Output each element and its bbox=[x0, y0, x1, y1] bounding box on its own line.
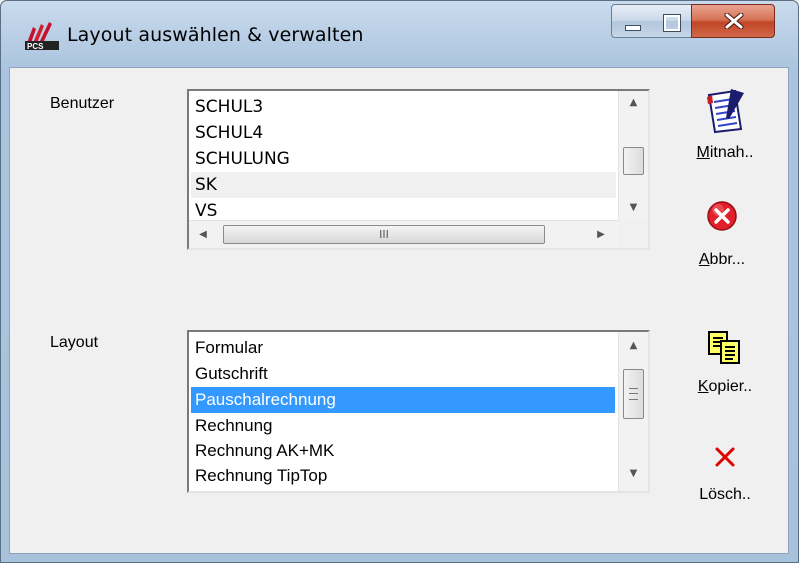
scroll-left-arrow-icon[interactable]: ◀ bbox=[189, 221, 217, 248]
dialog-window: PCS Layout auswählen & verwalten Benutze… bbox=[0, 0, 799, 563]
scroll-thumb[interactable] bbox=[623, 369, 644, 419]
benutzer-listbox[interactable]: SCHUL3 SCHUL4 SCHULUNG SK VS ▲ ▼ ◀ III ▶ bbox=[187, 89, 650, 250]
scroll-down-arrow-icon[interactable]: ▼ bbox=[619, 462, 648, 486]
list-item-selected[interactable]: Pauschalrechnung bbox=[191, 387, 615, 413]
minimize-icon bbox=[625, 25, 641, 31]
grip-icon bbox=[629, 388, 638, 400]
scroll-up-arrow-icon[interactable]: ▲ bbox=[619, 334, 648, 358]
close-icon bbox=[724, 13, 744, 29]
list-item[interactable]: Rechnung bbox=[195, 413, 273, 439]
pcs-logo-icon: PCS bbox=[25, 22, 59, 51]
mitnah-button[interactable]: Mitnah.. bbox=[680, 86, 770, 170]
kopier-label: Kopier.. bbox=[680, 378, 770, 396]
maximize-button[interactable] bbox=[651, 4, 692, 38]
abbr-label-rest: bbr... bbox=[709, 251, 746, 268]
document-pen-icon bbox=[707, 89, 744, 134]
layout-label: Layout bbox=[50, 334, 99, 351]
layout-vertical-scrollbar[interactable]: ▲ ▼ bbox=[618, 332, 648, 491]
loesch-label: Lösch.. bbox=[699, 486, 751, 503]
list-item[interactable]: SCHUL3 bbox=[195, 94, 263, 120]
scroll-right-arrow-icon[interactable]: ▶ bbox=[587, 221, 615, 248]
close-button[interactable] bbox=[691, 4, 775, 38]
red-x-icon bbox=[715, 447, 735, 467]
window-title: Layout auswählen & verwalten bbox=[67, 24, 364, 46]
svg-text:PCS: PCS bbox=[27, 42, 44, 51]
mitnah-label: Mitnah.. bbox=[680, 144, 770, 162]
layout-listbox[interactable]: Formular Gutschrift Pauschalrechnung Rec… bbox=[187, 330, 650, 493]
list-item[interactable]: Formular bbox=[195, 335, 263, 361]
mitnah-mnemonic: M bbox=[696, 144, 710, 161]
title-bar[interactable]: PCS Layout auswählen & verwalten bbox=[1, 1, 798, 67]
loesch-button[interactable]: Lösch.. bbox=[680, 443, 770, 527]
list-item[interactable]: Gutschrift bbox=[195, 361, 268, 387]
benutzer-horizontal-scrollbar[interactable]: ◀ III ▶ bbox=[189, 220, 618, 248]
list-item-selected[interactable]: SK bbox=[191, 172, 616, 198]
benutzer-label: Benutzer bbox=[50, 95, 115, 112]
list-item[interactable]: Rechnung AK+MK bbox=[195, 438, 334, 464]
cancel-circle-icon bbox=[707, 201, 737, 231]
dialog-client-area: Benutzer SCHUL3 SCHUL4 SCHULUNG SK VS ▲ … bbox=[9, 67, 789, 554]
abbr-label: Abbr... bbox=[677, 251, 767, 269]
scroll-up-arrow-icon[interactable]: ▲ bbox=[619, 91, 648, 115]
horizontal-scroll-thumb[interactable]: III bbox=[223, 225, 545, 244]
abbr-button[interactable]: Abbr... bbox=[677, 198, 767, 282]
copy-documents-icon bbox=[708, 331, 740, 364]
scroll-thumb[interactable] bbox=[623, 147, 644, 175]
scroll-down-arrow-icon[interactable]: ▼ bbox=[619, 196, 648, 220]
grip-line bbox=[629, 393, 638, 394]
list-item[interactable]: SCHULUNG bbox=[195, 146, 290, 172]
benutzer-vertical-scrollbar[interactable]: ▲ ▼ bbox=[618, 91, 648, 222]
kopier-mnemonic: K bbox=[697, 378, 709, 395]
kopier-label-rest: opier.. bbox=[708, 378, 753, 395]
maximize-icon bbox=[663, 14, 681, 32]
scrollbar-corner bbox=[618, 220, 648, 248]
list-item[interactable]: SCHUL4 bbox=[195, 120, 263, 146]
kopier-button[interactable]: Kopier.. bbox=[680, 328, 770, 412]
minimize-button[interactable] bbox=[611, 4, 652, 38]
abbr-mnemonic: A bbox=[698, 251, 710, 268]
mitnah-label-rest: itnah.. bbox=[709, 144, 754, 161]
list-item[interactable]: Rechnung TipTop bbox=[195, 463, 327, 489]
